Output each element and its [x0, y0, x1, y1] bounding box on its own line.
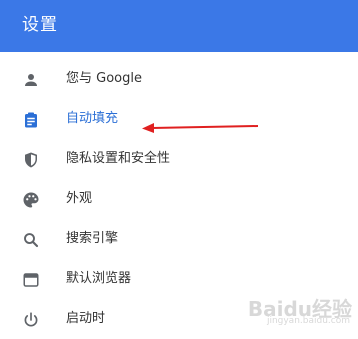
menu-item-search-engine[interactable]: 搜索引擎 — [0, 219, 358, 259]
baidu-jingyan-watermark: Baidu经验 jingyan.baidu.com — [232, 293, 352, 327]
menu-item-label: 外观 — [66, 191, 93, 206]
browser-window-icon — [20, 269, 42, 291]
palette-icon — [20, 189, 42, 211]
page-title: 设置 — [22, 15, 58, 35]
menu-item-you-and-google[interactable]: 您与 Google — [0, 59, 358, 99]
power-icon — [20, 309, 42, 331]
menu-item-privacy-security[interactable]: 隐私设置和安全性 — [0, 139, 358, 179]
shield-icon — [20, 149, 42, 171]
watermark-url: jingyan.baidu.com — [266, 316, 350, 326]
menu-item-label: 自动填充 — [66, 111, 119, 126]
settings-header: 设置 — [0, 0, 358, 52]
menu-item-label: 您与 Google — [66, 71, 142, 86]
annotation-arrow-icon — [142, 123, 259, 133]
search-icon — [20, 229, 42, 251]
menu-item-appearance[interactable]: 外观 — [0, 179, 358, 219]
menu-item-label: 启动时 — [66, 311, 106, 326]
menu-item-label: 隐私设置和安全性 — [66, 151, 171, 166]
clipboard-icon — [20, 109, 42, 131]
menu-item-label: 默认浏览器 — [66, 271, 132, 286]
person-icon — [20, 69, 42, 91]
menu-item-label: 搜索引擎 — [66, 231, 119, 246]
